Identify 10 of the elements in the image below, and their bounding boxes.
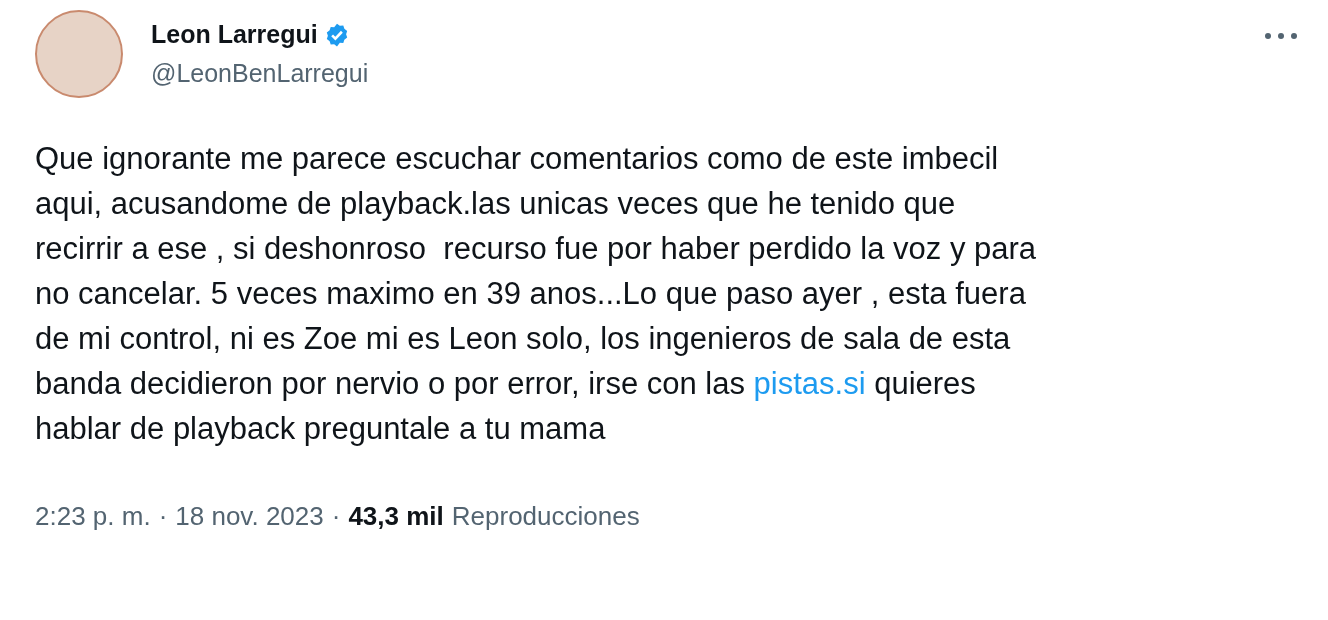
separator: · (158, 501, 168, 532)
author-name[interactable]: Leon Larregui (151, 20, 318, 49)
date[interactable]: 18 nov. 2023 (175, 501, 324, 532)
views-label: Reproducciones (451, 501, 640, 532)
view-count: 43,3 mil (348, 501, 444, 532)
timestamp[interactable]: 2:23 p. m. (35, 501, 151, 532)
separator: · (331, 501, 341, 532)
more-options-icon[interactable] (1264, 32, 1298, 40)
tweet-text: Que ignorante me parece escuchar comentarios como de este imbecil aqui, acusandome de playback.las unicas veces que he tenido que recirrir a ese , si deshonroso recurso fue por haber perdido la voz y para no cancelar. 5 veces maximo en 39 anos...Lo que paso ayer , esta fuera de mi control, ni es Zoe mi es Leon solo, los ingenieros de sala de esta banda decidieron por nervio o por error, irse con las pistas.si quieres hablar de playback preguntale a tu mama (35, 140, 1038, 448)
author-handle[interactable]: @LeonBenLarregui (151, 59, 1236, 88)
